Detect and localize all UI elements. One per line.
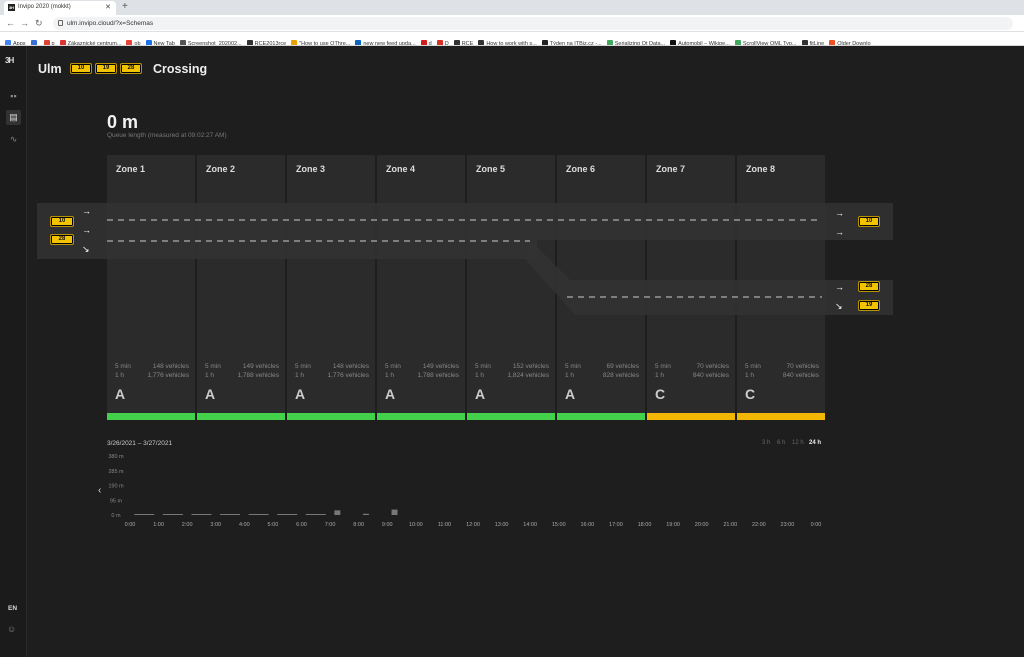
arrow-turn-right-icon: ↘: [82, 244, 90, 254]
lane-chip-right-28: 28: [858, 281, 880, 292]
lane-chip-left-28: 28: [50, 234, 74, 245]
arrow-straight-icon: →: [82, 206, 91, 216]
road-straight: [37, 203, 893, 240]
history-date-range: 3/26/2021 – 3/27/2021: [107, 440, 173, 447]
road-left-lane: [37, 240, 537, 259]
lane-diagram: → → ↘ → → → ↘: [37, 203, 893, 315]
lane-chip-right-10: 10: [858, 216, 880, 227]
chevron-left-icon[interactable]: ‹: [98, 485, 101, 496]
range-toggle[interactable]: 24 h: [809, 440, 821, 446]
arrow-straight-icon: →: [835, 282, 844, 292]
arrow-turn-right-icon: ↘: [835, 301, 843, 311]
arrow-straight-icon: →: [835, 208, 844, 218]
range-toggle[interactable]: 3 h: [762, 440, 770, 446]
arrow-straight-icon: →: [835, 227, 844, 237]
lane-chip-right-19: 19: [858, 300, 880, 311]
range-toggle[interactable]: 12 h: [792, 440, 804, 446]
lane-chip-left-10: 10: [50, 216, 74, 227]
range-toggle[interactable]: 6 h: [777, 440, 785, 446]
arrow-straight-icon: →: [82, 225, 91, 235]
